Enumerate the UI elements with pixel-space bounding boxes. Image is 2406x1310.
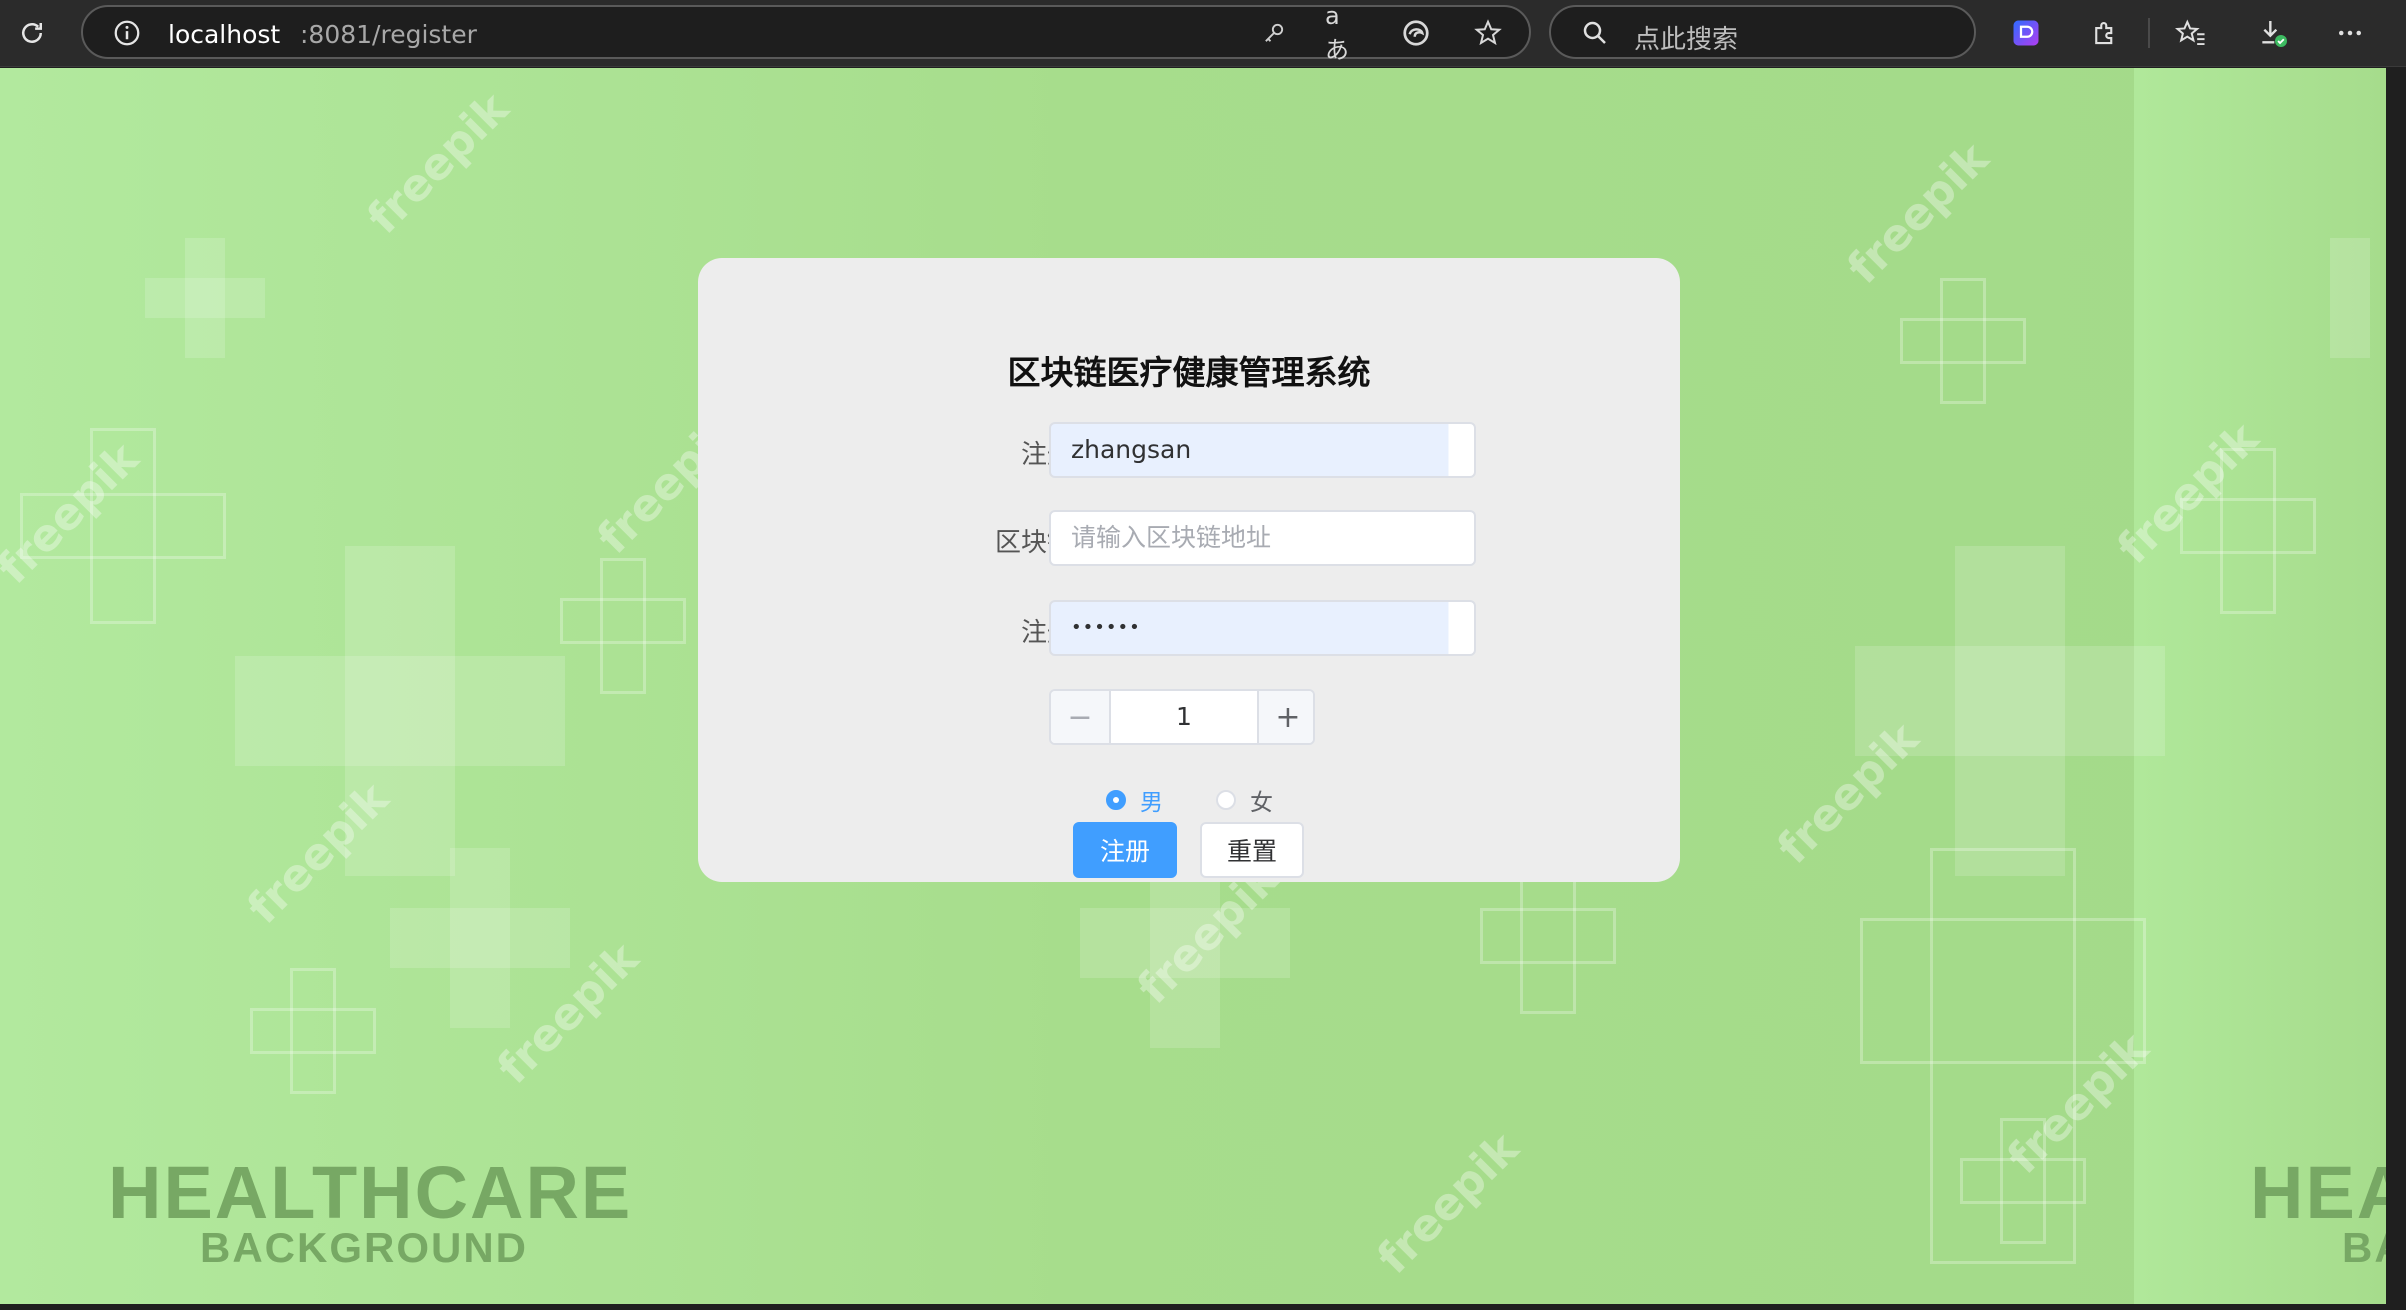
extensions-puzzle-icon[interactable] [2085, 13, 2125, 53]
more-menu-icon[interactable] [2330, 13, 2370, 53]
edge-icon[interactable] [1397, 14, 1435, 52]
age-value[interactable]: 1 [1111, 691, 1257, 743]
gender-female-label: 女 [1250, 790, 1273, 816]
register-button[interactable]: 注册 [1073, 822, 1177, 878]
gender-radio-female[interactable]: 女 [1216, 784, 1273, 816]
search-icon [1576, 14, 1614, 52]
page-title: 区块链医疗健康管理系统 [1007, 353, 1371, 392]
gender-male-label: 男 [1140, 790, 1163, 816]
scrollbar[interactable] [2386, 68, 2406, 1304]
background-title-line2: BACKGROUND [200, 1224, 528, 1271]
reset-button[interactable]: 重置 [1200, 822, 1304, 878]
extension-app-icon[interactable] [2006, 13, 2046, 53]
downloads-icon[interactable] [2253, 13, 2293, 53]
background-title-line1: HEALTHCARE [108, 1151, 633, 1234]
address-bar[interactable]: localhost :8081/register aあ [81, 2, 1531, 64]
form-row-address: 区块链地址 请输入区块链地址 [698, 510, 1680, 566]
search-box[interactable]: 点此搜索 [1549, 5, 1976, 59]
password-input[interactable]: •••••• [1049, 600, 1476, 656]
favorite-star-icon[interactable] [1469, 14, 1507, 52]
form-row-password: 注册密码 •••••• [698, 600, 1680, 656]
gender-radio-male[interactable]: 男 [1106, 784, 1163, 816]
register-card: 区块链医疗健康管理系统 注册名称 zhangsan 区块链地址 请输入区块链地址… [698, 258, 1680, 882]
name-input[interactable]: zhangsan [1049, 422, 1476, 478]
background-title-line1-repeat: HEA [2250, 1151, 2386, 1234]
age-decrement-button[interactable]: − [1051, 691, 1111, 743]
page-viewport: freepik freepik freepik freepik freepik … [0, 68, 2386, 1304]
toolbar-divider [2148, 18, 2150, 48]
browser-toolbar: localhost :8081/register aあ 点此搜索 [0, 0, 2406, 67]
site-info-icon[interactable] [108, 14, 146, 52]
radio-unselected-icon[interactable] [1216, 790, 1236, 810]
age-stepper[interactable]: − 1 + [1049, 689, 1315, 745]
form-row-name: 注册名称 zhangsan [698, 422, 1680, 478]
key-icon[interactable] [1255, 14, 1293, 52]
background-title-line2-repeat: BA [2342, 1224, 2386, 1271]
radio-selected-icon[interactable] [1106, 790, 1126, 810]
translate-icon[interactable]: aあ [1325, 2, 1363, 64]
address-placeholder: 请输入区块链地址 [1071, 523, 1272, 552]
search-placeholder: 点此搜索 [1634, 25, 1739, 55]
password-value: •••••• [1071, 617, 1141, 638]
age-increment-button[interactable]: + [1257, 691, 1313, 743]
url-host: localhost [168, 20, 281, 49]
refresh-icon[interactable] [12, 13, 52, 53]
form-row-age: 年龄 − 1 + [698, 689, 1680, 745]
url-path: :8081/register [300, 20, 477, 49]
favorites-icon[interactable] [2171, 13, 2211, 53]
address-input[interactable]: 请输入区块链地址 [1049, 510, 1476, 566]
name-value: zhangsan [1071, 435, 1192, 464]
